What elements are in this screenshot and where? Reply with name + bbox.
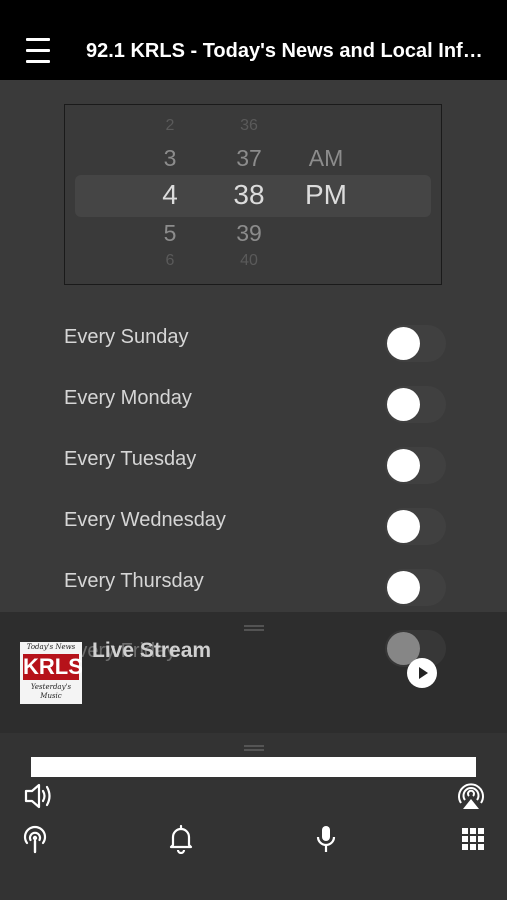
volume-icon[interactable] <box>24 782 54 810</box>
wednesday-toggle[interactable] <box>385 508 446 545</box>
day-row-wednesday: Every Wednesday <box>0 495 507 556</box>
monday-toggle[interactable] <box>385 386 446 423</box>
day-label: Every Wednesday <box>64 509 226 531</box>
grid-icon[interactable] <box>461 827 485 851</box>
time-picker[interactable]: 2 3 4 5 6 36 37 38 39 40 AM PM <box>64 104 442 285</box>
page-title: 92.1 KRLS - Today's News and Local Infor… <box>86 40 491 62</box>
hamburger-menu-icon[interactable] <box>26 38 50 66</box>
airplay-icon[interactable] <box>455 781 487 811</box>
logo-tagline-top: Today's News <box>26 643 76 651</box>
mini-player-drag-handle[interactable] <box>244 625 264 631</box>
toggle-knob <box>387 510 420 543</box>
toggle-knob <box>387 571 420 604</box>
toggle-knob <box>387 449 420 482</box>
play-button[interactable] <box>407 658 437 688</box>
progress-bar[interactable] <box>31 757 476 777</box>
logo-tagline-bottom-line2: Music <box>40 692 62 700</box>
bell-icon[interactable] <box>168 824 194 854</box>
minute-value-selected: 38 <box>233 179 265 210</box>
am-value: AM <box>308 145 344 171</box>
day-label: Every Monday <box>64 387 192 409</box>
hour-value: 6 <box>165 252 175 269</box>
play-icon <box>419 667 428 679</box>
podcast-icon[interactable] <box>20 824 50 854</box>
tuesday-toggle[interactable] <box>385 447 446 484</box>
day-row-sunday: Every Sunday <box>0 312 507 373</box>
minute-value: 36 <box>240 117 258 134</box>
microphone-icon[interactable] <box>314 824 338 854</box>
toggle-knob <box>387 388 420 421</box>
day-label: Every Tuesday <box>64 448 197 470</box>
now-playing-title: Live Stream <box>92 639 212 662</box>
minute-value: 40 <box>240 252 258 269</box>
station-logo: Today's News KRLS Yesterday's Music <box>20 642 82 704</box>
minute-value: 39 <box>236 220 262 246</box>
sunday-toggle[interactable] <box>385 325 446 362</box>
day-row-monday: Every Monday <box>0 373 507 434</box>
ampm-column[interactable]: AM PM <box>291 105 361 284</box>
day-row-thursday: Every Thursday <box>0 556 507 617</box>
hour-column[interactable]: 2 3 4 5 6 <box>135 105 205 284</box>
logo-tagline-bottom-line1: Yesterday's <box>30 683 72 691</box>
logo-callsign: KRLS <box>23 654 82 680</box>
hour-value: 5 <box>163 220 177 246</box>
pm-value-selected: PM <box>305 179 347 210</box>
logo-tagline-bottom: Yesterday's Music <box>20 683 82 701</box>
day-label: Every Sunday <box>64 326 189 348</box>
minute-value: 37 <box>236 145 262 171</box>
bottom-bar-drag-handle[interactable] <box>244 745 264 751</box>
thursday-toggle[interactable] <box>385 569 446 606</box>
day-row-tuesday: Every Tuesday <box>0 434 507 495</box>
app-header: 92.1 KRLS - Today's News and Local Infor… <box>0 0 507 80</box>
hour-value: 3 <box>163 145 177 171</box>
minute-column[interactable]: 36 37 38 39 40 <box>214 105 284 284</box>
day-label: Every Thursday <box>64 570 204 592</box>
toggle-knob <box>387 327 420 360</box>
hour-value: 2 <box>165 117 175 134</box>
hour-value-selected: 4 <box>162 179 178 210</box>
